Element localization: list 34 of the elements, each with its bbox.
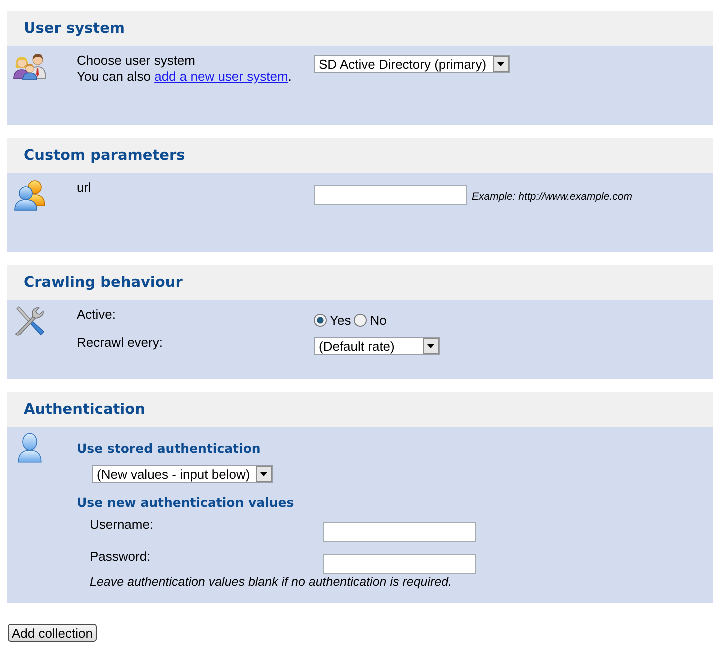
subsection-heading: Use new authentication values [77,495,296,511]
caret-icon [256,466,272,482]
field-label: url [77,180,92,196]
users-icon [13,52,47,80]
caret-icon [492,56,509,72]
user-icon [18,433,42,463]
help-text: You can also add a new user system. [77,69,293,85]
password-field[interactable] [323,554,476,574]
inline-link[interactable]: add a new user system [154,69,288,84]
field-label: Username: [90,517,155,533]
field-label: Recrawl every: [77,335,164,351]
text-field[interactable] [314,185,467,205]
text-field[interactable] [323,522,476,542]
dropdown[interactable]: (Default rate) [314,337,440,355]
radio-button[interactable] [314,314,327,326]
section-title: Crawling behaviour [24,274,183,290]
dropdown[interactable]: (New values - input below) [92,465,274,483]
caret-icon [423,338,439,354]
section-title: Authentication [24,402,146,418]
note-text: Leave authentication values blank if no authentication is required. [90,575,454,590]
field-label: Choose user system [77,53,196,69]
example-hint: Example: http://www.example.com [472,190,632,202]
section-title: Custom parameters [24,148,186,164]
radio-label[interactable]: Yes [330,312,352,328]
subsection-heading: Use stored authentication [77,441,262,457]
dropdown[interactable]: SD Active Directory (primary) [314,55,510,73]
field-label: Active: [77,307,118,323]
field-label: Password: [90,549,152,565]
radio-label[interactable]: No [370,312,387,328]
tools-icon [15,306,45,336]
submit-button[interactable]: Add collection [8,624,97,642]
radio-button[interactable] [354,314,368,326]
section-title: User system [24,20,126,36]
user-group-icon [14,179,46,211]
